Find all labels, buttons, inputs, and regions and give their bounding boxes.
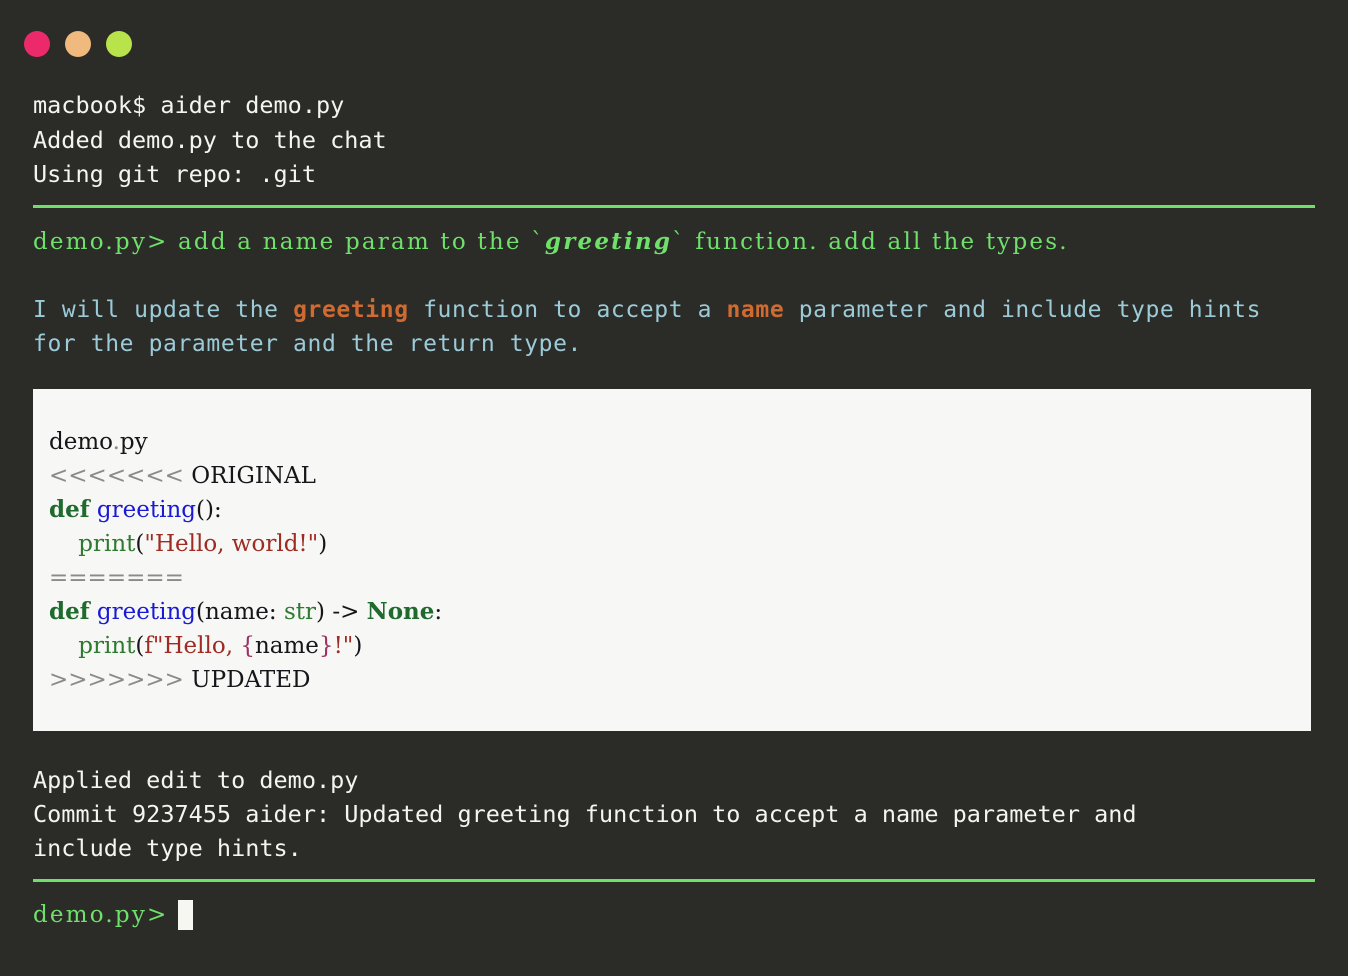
close-window-button[interactable] <box>24 31 50 57</box>
marker-equals: ======= <box>49 565 184 591</box>
signature-colon: : <box>434 599 442 625</box>
builtin-print: print <box>78 531 135 557</box>
input-prompt-row[interactable]: demo.py> <box>33 898 1315 932</box>
reply-segment-2: function to accept a <box>409 297 727 323</box>
indent <box>49 531 78 557</box>
bottom-prompt-prefix: demo.py> <box>33 898 169 932</box>
brace-open: { <box>240 633 255 659</box>
builtin-print: print <box>78 633 135 659</box>
diff-marker-divider: ======= <box>49 561 1311 595</box>
code-filename-line: demo.py <box>49 425 1311 459</box>
apply-output: Applied edit to demo.py Commit 9237455 a… <box>33 763 1315 865</box>
code-diff-card: demo.py <<<<<<< ORIGINAL def greeting():… <box>33 389 1311 731</box>
fstring-variable: name <box>255 633 319 659</box>
reply-segment-1: I will update the <box>33 297 293 323</box>
string-literal: "Hello, world!" <box>144 531 318 557</box>
commit-line: Commit 9237455 aider: Updated greeting f… <box>33 797 1315 831</box>
function-name-greeting: greeting <box>97 599 196 625</box>
maximize-window-button[interactable] <box>106 31 132 57</box>
brace-close: } <box>319 633 334 659</box>
prompt-prefix: demo.py> <box>33 229 178 255</box>
marker-label-original: ORIGINAL <box>184 463 316 489</box>
reply-highlight-name: name <box>726 297 784 323</box>
startup-output: macbook$ aider demo.py Added demo.py to … <box>33 88 1315 192</box>
marker-label-updated: UPDATED <box>184 667 311 693</box>
code-filename-base: demo <box>49 429 113 455</box>
code-filename-dot: . <box>113 429 120 455</box>
signature-arrow: ) -> <box>316 599 367 625</box>
signature-tail: (): <box>196 497 222 523</box>
separator-top <box>33 205 1315 208</box>
prompt-text-before: add a name param to the <box>178 229 531 255</box>
separator-bottom <box>33 879 1315 882</box>
terminal-body: macbook$ aider demo.py Added demo.py to … <box>0 88 1348 932</box>
function-name-greeting: greeting <box>97 497 196 523</box>
terminal-window: macbook$ aider demo.py Added demo.py to … <box>0 0 1348 976</box>
diff-marker-original: <<<<<<< ORIGINAL <box>49 459 1311 493</box>
user-prompt-line: demo.py> add a name param to the `greeti… <box>33 225 1315 259</box>
code-line-original-print: print("Hello, world!") <box>49 527 1311 561</box>
keyword-def: def <box>49 598 90 625</box>
type-str: str <box>284 599 316 625</box>
fstring-prefix: f"Hello, <box>144 633 240 659</box>
type-none: None <box>367 598 435 625</box>
diff-marker-updated: >>>>>>> UPDATED <box>49 663 1311 697</box>
marker-chevrons-updated: >>>>>>> <box>49 667 184 693</box>
fstring-suffix: !" <box>334 633 354 659</box>
code-line-original-def: def greeting(): <box>49 493 1311 527</box>
reply-highlight-greeting: greeting <box>293 297 409 323</box>
prompt-text-after: function. add all the types. <box>686 229 1069 255</box>
keyword-def: def <box>49 496 90 523</box>
indent <box>49 633 78 659</box>
code-line-updated-print: print(f"Hello, {name}!") <box>49 629 1311 663</box>
code-filename-ext: py <box>120 429 148 455</box>
prompt-code-span: greeting <box>545 228 672 255</box>
code-line-updated-def: def greeting(name: str) -> None: <box>49 595 1311 629</box>
marker-chevrons-original: <<<<<<< <box>49 463 184 489</box>
minimize-window-button[interactable] <box>65 31 91 57</box>
commit-line-continued: include type hints. <box>33 831 1315 865</box>
shell-command-line: macbook$ aider demo.py <box>33 88 1315 123</box>
text-cursor[interactable] <box>178 900 193 930</box>
git-repo-line: Using git repo: .git <box>33 157 1315 192</box>
paren-close: ) <box>318 531 327 557</box>
applied-edit-line: Applied edit to demo.py <box>33 763 1315 797</box>
assistant-reply: I will update the greeting function to a… <box>33 293 1315 361</box>
paren-close: ) <box>353 633 362 659</box>
added-file-line: Added demo.py to the chat <box>33 123 1315 158</box>
backtick-open: ` <box>531 229 545 255</box>
backtick-close: ` <box>672 229 686 255</box>
window-titlebar <box>0 0 1348 88</box>
signature-open: (name: <box>196 599 284 625</box>
